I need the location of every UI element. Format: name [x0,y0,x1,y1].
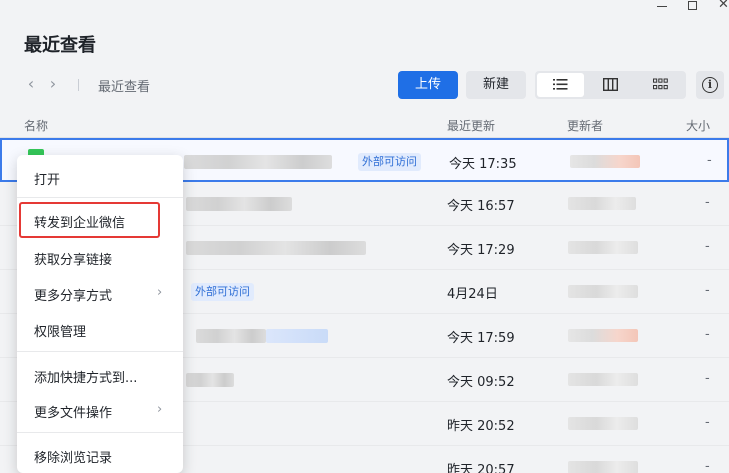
file-name-redacted [184,155,332,169]
file-size: - [705,459,710,473]
grid-view-icon [653,78,668,90]
breadcrumb[interactable]: 最近查看 [98,76,150,95]
info-icon: i [702,77,718,93]
updated-time: 昨天 20:57 [447,463,515,473]
file-manager-window: ✕ 最近查看 ‹ › 最近查看 上传 新建 i 名称 最近更新 更新者 大小 外… [0,0,729,473]
menu-item-more-file-ops[interactable]: 更多文件操作 › [17,393,183,429]
column-header-name[interactable]: 名称 [24,117,48,134]
file-name-redacted [186,241,366,255]
updated-time: 今天 17:59 [447,331,515,346]
external-access-badge: 外部可访问 [358,153,421,171]
close-icon: ✕ [718,0,729,12]
toolbar: ‹ › 最近查看 上传 新建 i [0,64,729,106]
updater-redacted [568,197,636,210]
minimize-button[interactable] [652,0,672,14]
updated-time: 今天 09:52 [447,375,515,390]
chevron-right-icon: › [157,285,163,300]
column-view-button[interactable] [587,73,634,97]
column-header-updated[interactable]: 最近更新 [447,117,495,134]
file-name-redacted [186,373,234,387]
list-view-button[interactable] [537,73,584,97]
maximize-icon [688,1,697,10]
menu-item-label: 移除浏览记录 [34,451,113,466]
menu-item-label: 添加快捷方式到... [34,371,138,386]
file-size: - [705,371,710,386]
menu-item-label: 权限管理 [34,325,87,340]
view-mode-switch [535,71,686,99]
menu-item-label: 获取分享链接 [34,253,113,268]
updater-redacted [568,241,638,254]
chevron-right-icon: › [49,74,57,93]
menu-item-get-share-link[interactable]: 获取分享链接 [17,240,183,276]
menu-divider [17,432,183,433]
menu-item-permissions[interactable]: 权限管理 [17,312,183,348]
file-size: - [705,195,710,210]
upload-button[interactable]: 上传 [398,71,458,99]
file-size: - [705,283,710,298]
maximize-button[interactable] [683,0,703,14]
updated-time: 今天 17:35 [449,157,517,172]
table-header: 名称 最近更新 更新者 大小 [0,110,729,138]
menu-item-more-share[interactable]: 更多分享方式 › [17,276,183,312]
page-title: 最近查看 [24,35,96,56]
menu-item-label: 更多分享方式 [34,289,113,304]
minimize-icon [657,6,667,7]
updater-redacted [568,373,638,386]
updated-time: 今天 16:57 [447,199,515,214]
highlight-annotation-box [19,202,160,238]
column-header-updater[interactable]: 更新者 [567,117,603,134]
menu-item-label: 打开 [34,173,61,188]
column-header-size[interactable]: 大小 [686,117,710,134]
file-name-redacted [186,197,292,211]
back-button[interactable]: ‹ [24,74,38,94]
chevron-left-icon: ‹ [27,74,35,93]
nav-divider [78,79,79,91]
menu-item-remove-history[interactable]: 移除浏览记录 [17,438,183,473]
updater-redacted [568,285,638,298]
file-name-redacted [266,329,328,343]
menu-item-label: 更多文件操作 [34,406,113,421]
forward-button[interactable]: › [46,74,60,94]
info-button[interactable]: i [696,71,724,99]
updater-redacted [568,461,638,473]
updater-redacted [568,417,638,430]
chevron-right-icon: › [157,402,163,417]
updater-redacted [570,155,640,168]
updated-time: 昨天 20:52 [447,419,515,434]
file-size: - [705,327,710,342]
file-name-redacted [196,329,266,343]
menu-divider [17,197,183,198]
updater-redacted [568,329,638,342]
updated-time: 4月24日 [447,287,498,302]
column-view-icon [603,78,618,91]
file-size: - [707,153,712,168]
list-view-icon [553,79,568,90]
close-button[interactable]: ✕ [714,0,729,14]
menu-divider [17,351,183,352]
menu-item-open[interactable]: 打开 [17,160,183,196]
file-size: - [705,415,710,430]
external-access-badge: 外部可访问 [191,283,254,301]
grid-view-button[interactable] [637,73,684,97]
menu-item-add-shortcut[interactable]: 添加快捷方式到... [17,358,183,394]
new-button[interactable]: 新建 [466,71,526,99]
file-size: - [705,239,710,254]
updated-time: 今天 17:29 [447,243,515,258]
